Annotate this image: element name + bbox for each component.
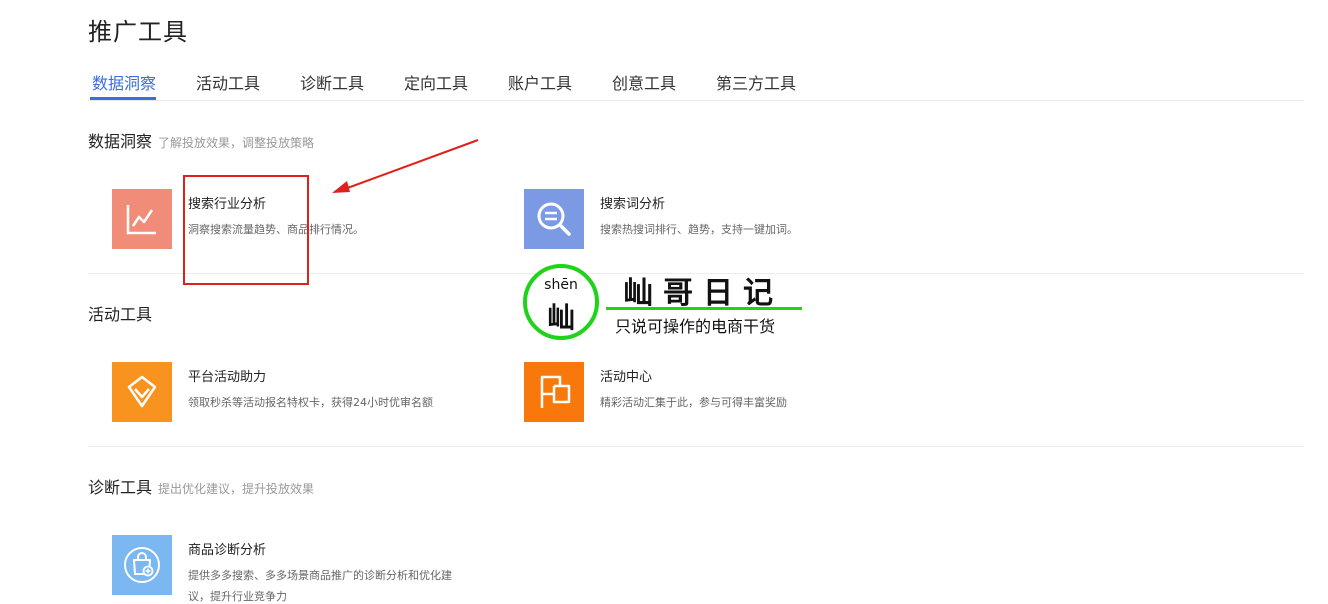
tool-card-search-term[interactable]: 搜索词分析 搜索热搜词排行、趋势，支持一键加词。: [524, 189, 864, 249]
diamond-icon[interactable]: [112, 362, 172, 422]
watermark-pinyin: shēn: [544, 277, 578, 293]
tool-name[interactable]: 活动中心: [600, 366, 652, 385]
annotation-arrow-icon: [332, 139, 479, 193]
tab-creative-tools[interactable]: 创意工具: [612, 70, 676, 94]
tab-data-insight[interactable]: 数据洞察: [92, 70, 156, 94]
section-heading: 诊断工具: [88, 478, 153, 497]
section-title-activity: 活动工具: [88, 301, 152, 325]
tool-name[interactable]: 搜索词分析: [600, 193, 665, 212]
tab-account-tools[interactable]: 账户工具: [508, 70, 572, 94]
tab-third-party-tools[interactable]: 第三方工具: [716, 70, 796, 94]
tool-card-platform-activity[interactable]: 平台活动助力 领取秒杀等活动报名特权卡，获得24小时优审名额: [112, 362, 482, 422]
flag-icon[interactable]: [524, 362, 584, 422]
section-title-diagnosis: 诊断工具 提出优化建议，提升投放效果: [88, 474, 314, 498]
section-divider: [88, 446, 1304, 447]
watermark-logo: shēn 屾 屾哥日记 只说可操作的电商干货: [523, 264, 813, 342]
watermark-char: 屾: [546, 301, 575, 334]
watermark-underline: [606, 307, 802, 310]
tool-tabs: 数据洞察 活动工具 诊断工具 定向工具 账户工具 创意工具 第三方工具: [88, 64, 1304, 101]
tool-description: 提供多多搜索、多多场景商品推广的诊断分析和优化建议，提升行业竞争力: [188, 569, 452, 603]
section-description: 提出优化建议，提升投放效果: [158, 482, 315, 496]
tool-description: 领取秒杀等活动报名特权卡，获得24小时优审名额: [188, 396, 433, 409]
tool-card-activity-center[interactable]: 活动中心 精彩活动汇集于此，参与可得丰富奖励: [524, 362, 854, 422]
tool-description: 精彩活动汇集于此，参与可得丰富奖励: [600, 396, 787, 409]
watermark-slogan: 只说可操作的电商干货: [615, 317, 776, 336]
tool-card-product-diagnosis[interactable]: 商品诊断分析 提供多多搜索、多多场景商品推广的诊断分析和优化建议，提升行业竞争力: [112, 535, 472, 603]
tool-name[interactable]: 商品诊断分析: [188, 539, 266, 558]
active-tab-indicator: [90, 97, 156, 100]
trend-chart-icon[interactable]: [112, 189, 172, 249]
tab-diagnosis-tools[interactable]: 诊断工具: [300, 70, 364, 94]
watermark-title: 屾哥日记: [623, 276, 783, 311]
tab-targeting-tools[interactable]: 定向工具: [404, 70, 468, 94]
shopping-bag-plus-icon[interactable]: [112, 535, 172, 595]
tool-description: 搜索热搜词排行、趋势，支持一键加词。: [600, 223, 798, 236]
section-description: 了解投放效果，调整投放策略: [158, 136, 315, 150]
tool-name[interactable]: 平台活动助力: [188, 366, 266, 385]
page-title: 推广工具: [88, 18, 188, 46]
section-heading: 活动工具: [88, 305, 153, 324]
section-title-insight: 数据洞察 了解投放效果，调整投放策略: [88, 128, 314, 152]
tab-activity-tools[interactable]: 活动工具: [196, 70, 260, 94]
annotation-highlight-box: [183, 175, 309, 285]
section-heading: 数据洞察: [88, 132, 153, 151]
watermark-badge: shēn 屾: [523, 264, 599, 340]
search-list-icon[interactable]: [524, 189, 584, 249]
